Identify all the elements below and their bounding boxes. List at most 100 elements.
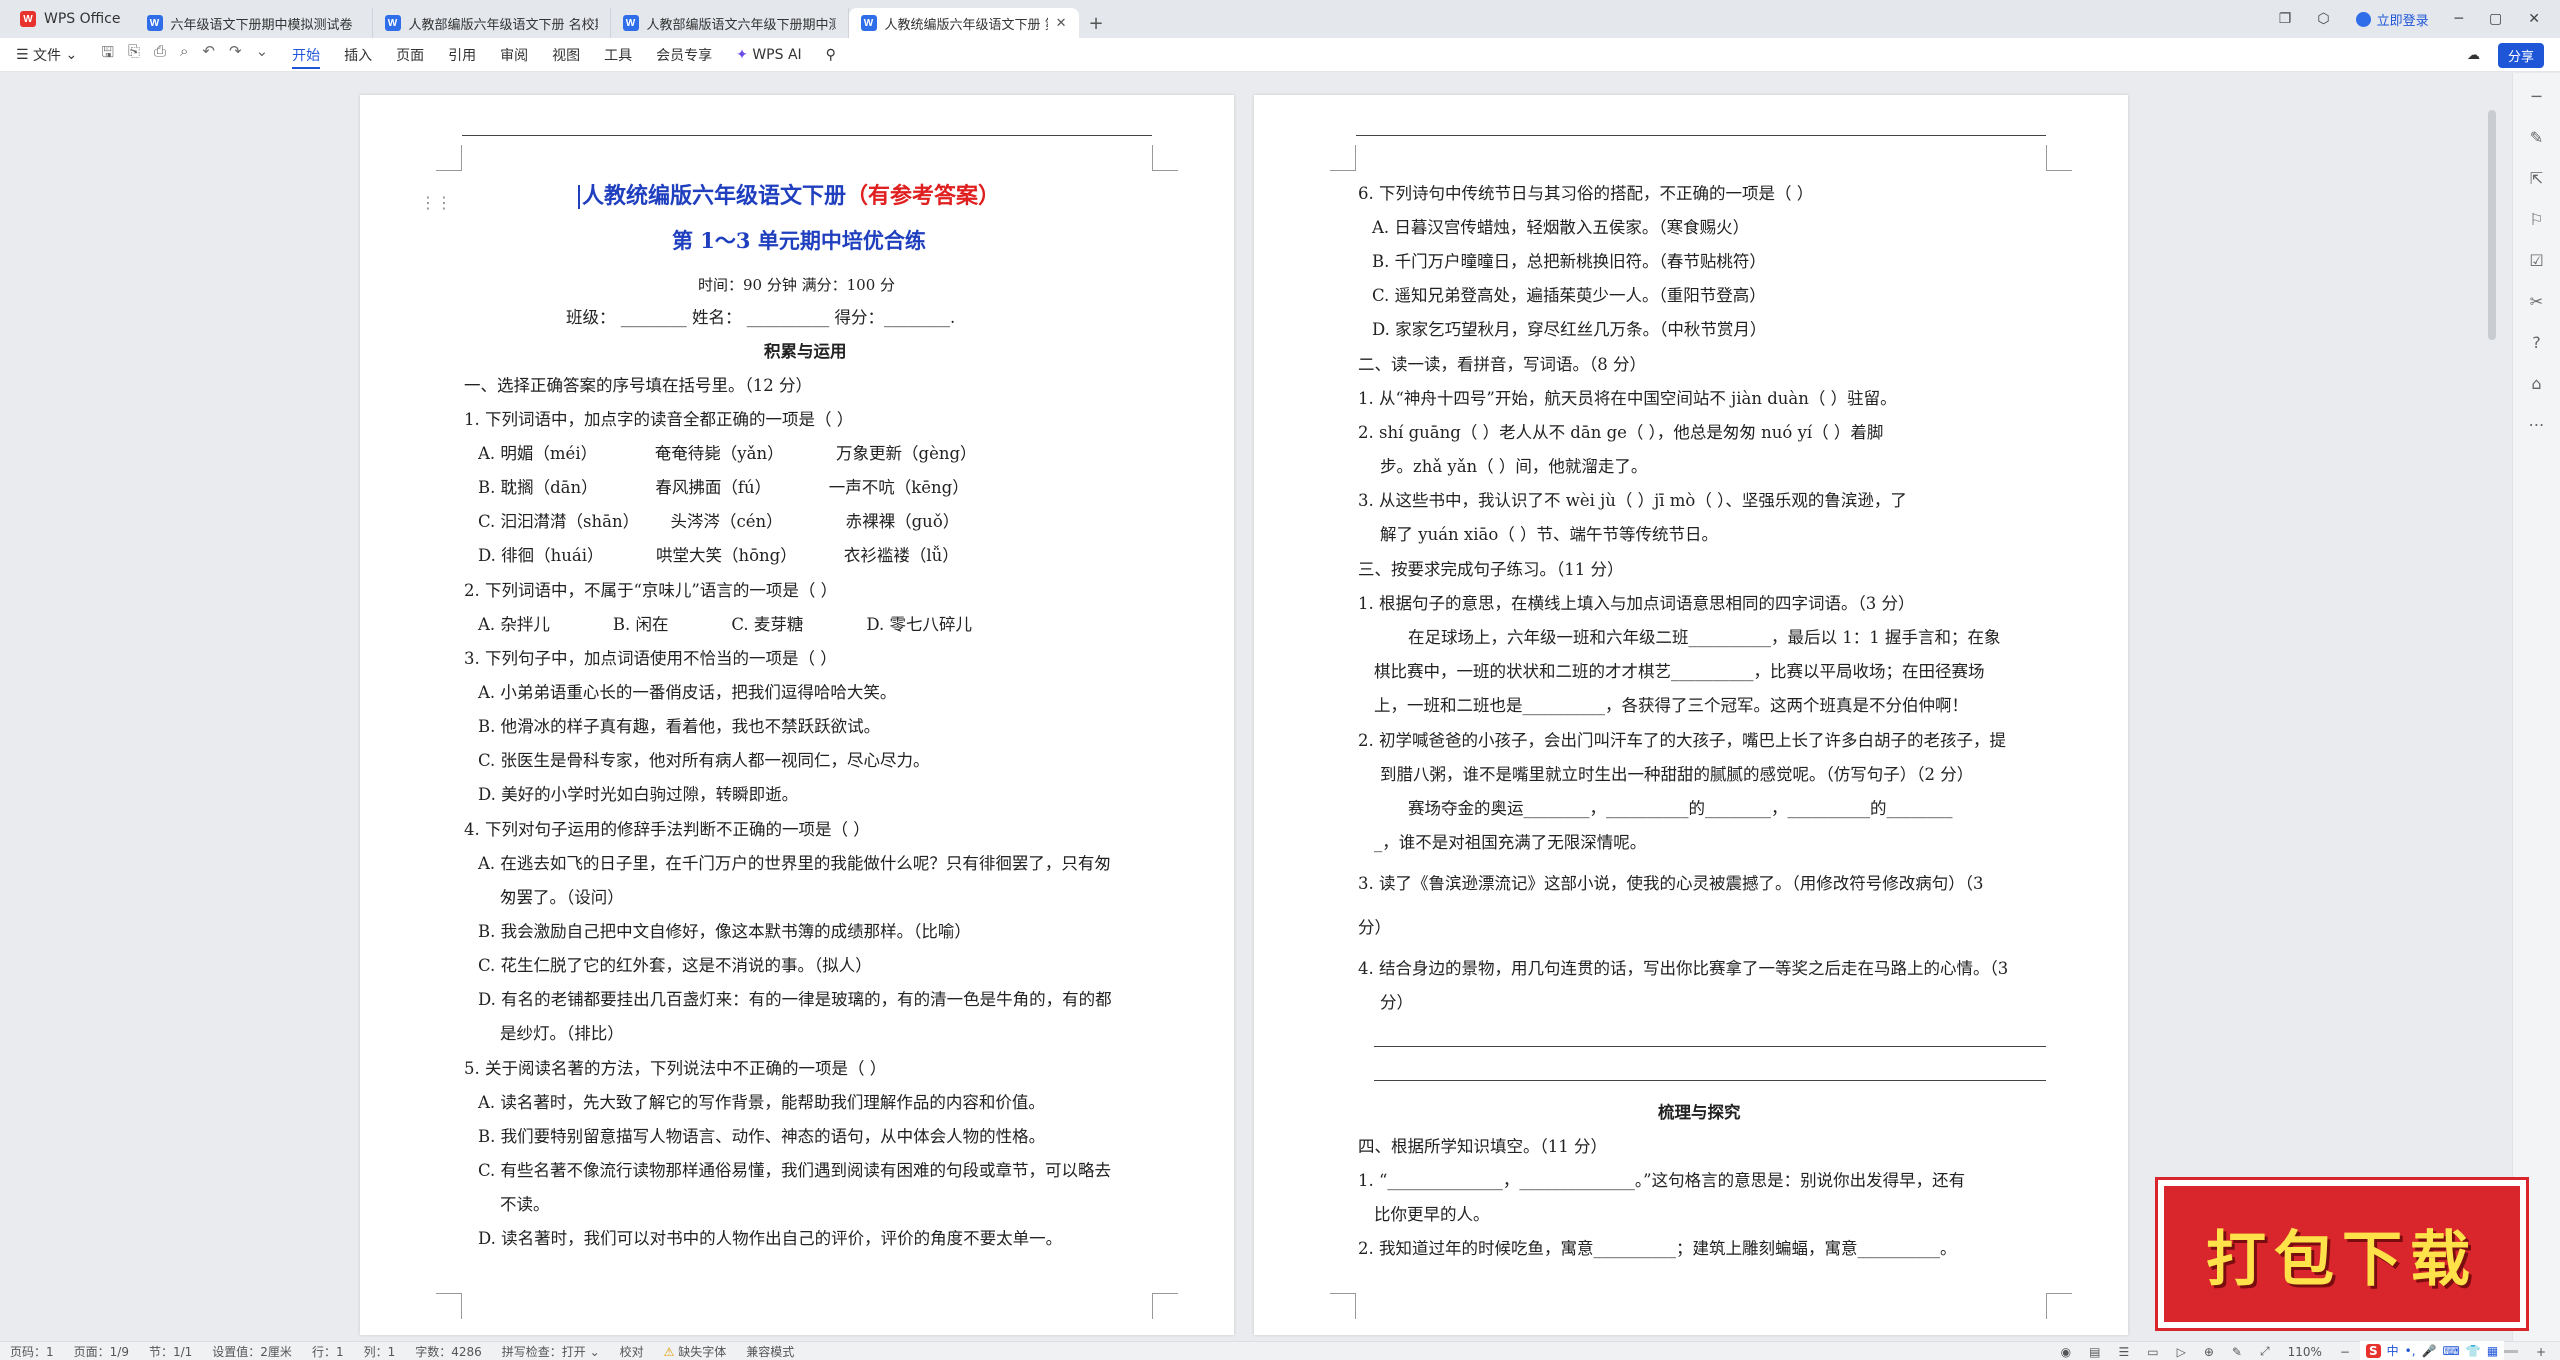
crop-mark bbox=[2046, 145, 2072, 171]
close-icon[interactable]: ✕ bbox=[1056, 16, 1067, 31]
spell-check-label: 拼写检查：打开 bbox=[501, 1344, 586, 1359]
status-col[interactable]: 列：1 bbox=[354, 1343, 406, 1360]
document-page-1[interactable]: ⋮⋮ 人教统编版六年级语文下册（有参考答案） 第 1～3 单元期中培优合练 时间… bbox=[360, 95, 1234, 1335]
status-section[interactable]: 节：1/1 bbox=[139, 1343, 202, 1360]
menu-insert[interactable]: 插入 bbox=[344, 38, 372, 72]
edit-icon[interactable]: ✎ bbox=[2232, 1345, 2242, 1359]
missing-font-label: 缺失字体 bbox=[678, 1344, 727, 1359]
zoom-level[interactable]: 110% bbox=[2288, 1345, 2322, 1359]
share-label: 分享 bbox=[2507, 49, 2534, 65]
grid-icon: ▦ bbox=[2486, 1343, 2499, 1358]
vertical-scrollbar[interactable] bbox=[2488, 110, 2496, 340]
minimize-icon[interactable]: ─ bbox=[2455, 11, 2463, 27]
redo-icon[interactable]: ↷ bbox=[229, 42, 242, 67]
student-info-fields: 班级： ________ 姓名： __________ 得分：________. bbox=[566, 308, 956, 327]
status-page[interactable]: 页码：1 bbox=[0, 1343, 64, 1360]
cloud-icon[interactable]: ☁ bbox=[2467, 48, 2480, 63]
select-icon[interactable]: ⇱ bbox=[2530, 169, 2543, 188]
fit-icon[interactable]: ⤢ bbox=[2260, 1344, 2270, 1359]
format-icon[interactable]: ⚐ bbox=[2529, 210, 2543, 229]
doc-tab-2[interactable]: W 人教部编版六年级语文下册 名校期中 bbox=[373, 8, 611, 38]
doc-tab-3[interactable]: W 人教部编版语文六年级下册期中测试 bbox=[611, 8, 849, 38]
menu-reference[interactable]: 引用 bbox=[448, 38, 476, 72]
doc-tab-label: 六年级语文下册期中模拟测试卷（六 bbox=[170, 17, 360, 33]
eye-protect-icon[interactable]: ◉ bbox=[2061, 1345, 2071, 1359]
menu-home[interactable]: 开始 bbox=[292, 38, 321, 72]
status-word-count[interactable]: 字数：4286 bbox=[405, 1343, 492, 1360]
login-button[interactable]: 立即登录 bbox=[2355, 10, 2429, 29]
ime-logo-icon: S bbox=[2366, 1343, 2381, 1358]
page-view-icon[interactable]: ▤ bbox=[2089, 1345, 2100, 1359]
menu-page[interactable]: 页面 bbox=[396, 38, 424, 72]
doc-tab-1[interactable]: W 六年级语文下册期中模拟测试卷（六 bbox=[135, 8, 373, 38]
new-tab-button[interactable]: + bbox=[1079, 8, 1114, 38]
outline-view-icon[interactable]: ☰ bbox=[2118, 1345, 2129, 1359]
question-text: 步。zhǎ yǎn（ ）间，他就溜走了。 bbox=[1380, 457, 1648, 476]
save-icon[interactable]: 🖫 bbox=[101, 42, 114, 67]
doc-tab-4-active[interactable]: W 人教统编版六年级语文下册 第 ✕ bbox=[848, 8, 1079, 38]
tab-home-label: WPS Office bbox=[44, 11, 121, 27]
help-icon[interactable]: ? bbox=[2532, 333, 2541, 352]
status-pages[interactable]: 页面：1/9 bbox=[64, 1343, 139, 1360]
document-page-2[interactable]: 6. 下列诗句中传统节日与其习俗的搭配，不正确的一项是（ ） A. 日暮汉宫传蜡… bbox=[1254, 95, 2128, 1335]
status-row[interactable]: 行：1 bbox=[302, 1343, 354, 1360]
proofread-button[interactable]: 校对 bbox=[610, 1343, 654, 1360]
gift-icon[interactable]: ⌂ bbox=[2531, 374, 2541, 393]
drag-handle-icon[interactable]: ⋮⋮ bbox=[420, 193, 452, 212]
question-text: 6. 下列诗句中传统节日与其习俗的搭配，不正确的一项是（ ） bbox=[1358, 184, 1814, 203]
question-text: 3. 下列句子中，加点词语使用不恰当的一项是（ ） bbox=[464, 649, 837, 668]
ime-punct-icon: •, bbox=[2404, 1343, 2416, 1358]
tab-home[interactable]: W WPS Office bbox=[6, 0, 135, 38]
menu-member[interactable]: 会员专享 bbox=[656, 38, 712, 72]
question-text: 3. 从这些书中，我认识了不 wèi jù（ ）jī mò（ ）、坚强乐观的鲁滨… bbox=[1358, 491, 1907, 510]
zoom-out-icon[interactable]: − bbox=[2340, 1345, 2350, 1359]
question-text: 2. 我知道过年的时候吃鱼，寓意__________；建筑上雕刻蝙蝠，寓意___… bbox=[1358, 1239, 1957, 1258]
status-setting[interactable]: 设置值：2厘米 bbox=[202, 1343, 302, 1360]
close-window-icon[interactable]: ✕ bbox=[2528, 11, 2540, 27]
layout-icon[interactable]: ❐ bbox=[2279, 11, 2292, 27]
review-icon[interactable]: ☑ bbox=[2529, 251, 2543, 270]
passage-text: 在足球场上，六年级一班和六年级二班__________，最后以 1：1 握手言和… bbox=[1408, 628, 2001, 647]
question-text: 1. 根据句子的意思，在横线上填入与加点词语意思相同的四字词语。（3 分） bbox=[1358, 594, 1915, 613]
read-view-icon[interactable]: ▭ bbox=[2147, 1345, 2158, 1359]
option-text: D. 徘徊（huái） 哄堂大笑（hōng） 衣衫褴褛（lǚ） bbox=[478, 546, 959, 565]
play-icon[interactable]: ▷ bbox=[2177, 1345, 2186, 1359]
answer-blanks: 赛场夺金的奥运________，__________的________，____… bbox=[1408, 799, 1953, 818]
undo-icon[interactable]: ↶ bbox=[202, 42, 215, 67]
more-chevron-icon[interactable]: ⌄ bbox=[256, 42, 269, 67]
option-text: C. 有些名著不像流行读物那样通俗易懂，我们遇到阅读有困难的句段或章节，可以略去 bbox=[478, 1161, 1112, 1180]
document-title: 人教统编版六年级语文下册（有参考答案） bbox=[578, 185, 1000, 209]
answer-line[interactable] bbox=[1374, 1080, 2046, 1081]
pen-icon[interactable]: ✎ bbox=[2530, 128, 2543, 147]
question-text: 到腊八粥，谁不是嘴里就立时生出一种甜甜的腻腻的感觉呢。（仿写句子）（2 分） bbox=[1380, 765, 1974, 784]
ime-toolbar[interactable]: S 中 •, 🎤 ⌨ 👕 ▦ bbox=[2360, 1341, 2505, 1360]
option-text: A. 日暮汉宫传蜡烛，轻烟散入五侯家。（寒食赐火） bbox=[1372, 218, 1750, 237]
spell-check-toggle[interactable]: 拼写检查：打开 ⌄ bbox=[492, 1343, 610, 1360]
share-button[interactable]: 分享 bbox=[2497, 42, 2544, 68]
question-text: 分） bbox=[1380, 993, 1413, 1012]
zoom-in-icon[interactable]: + bbox=[2536, 1345, 2546, 1359]
cube-icon[interactable]: ⬡ bbox=[2317, 11, 2329, 27]
menu-review[interactable]: 审阅 bbox=[500, 38, 528, 72]
answer-line[interactable] bbox=[1374, 1046, 2046, 1047]
text-cursor bbox=[578, 185, 580, 209]
more-icon[interactable]: ⋯ bbox=[2529, 415, 2545, 434]
print-preview-icon[interactable]: ⌕ bbox=[180, 42, 188, 67]
search-button[interactable]: ⚲ bbox=[826, 38, 836, 72]
maximize-icon[interactable]: ▢ bbox=[2489, 11, 2502, 27]
collapse-icon[interactable]: ─ bbox=[2532, 87, 2542, 106]
tools-icon[interactable]: ✂ bbox=[2530, 292, 2543, 311]
wps-ai-button[interactable]: ✦ WPS AI bbox=[736, 38, 802, 72]
question-text: 三、按要求完成句子练习。（11 分） bbox=[1358, 560, 1624, 579]
print-icon[interactable]: ⎙ bbox=[154, 42, 166, 67]
menu-view[interactable]: 视图 bbox=[552, 38, 580, 72]
export-pdf-icon[interactable]: ⎘ bbox=[128, 42, 140, 67]
option-text: D. 美好的小学时光如白驹过隙，转瞬即逝。 bbox=[478, 785, 799, 804]
file-menu[interactable]: ☰ 文件 ⌄ bbox=[16, 38, 77, 72]
missing-font-button[interactable]: ⚠ 缺失字体 bbox=[654, 1343, 737, 1360]
web-view-icon[interactable]: ⊕ bbox=[2204, 1345, 2214, 1359]
hamburger-icon: ☰ bbox=[16, 46, 34, 63]
menu-tools[interactable]: 工具 bbox=[604, 38, 632, 72]
download-banner[interactable]: 打包下载 bbox=[2158, 1180, 2526, 1328]
header-rule bbox=[1356, 135, 2046, 136]
